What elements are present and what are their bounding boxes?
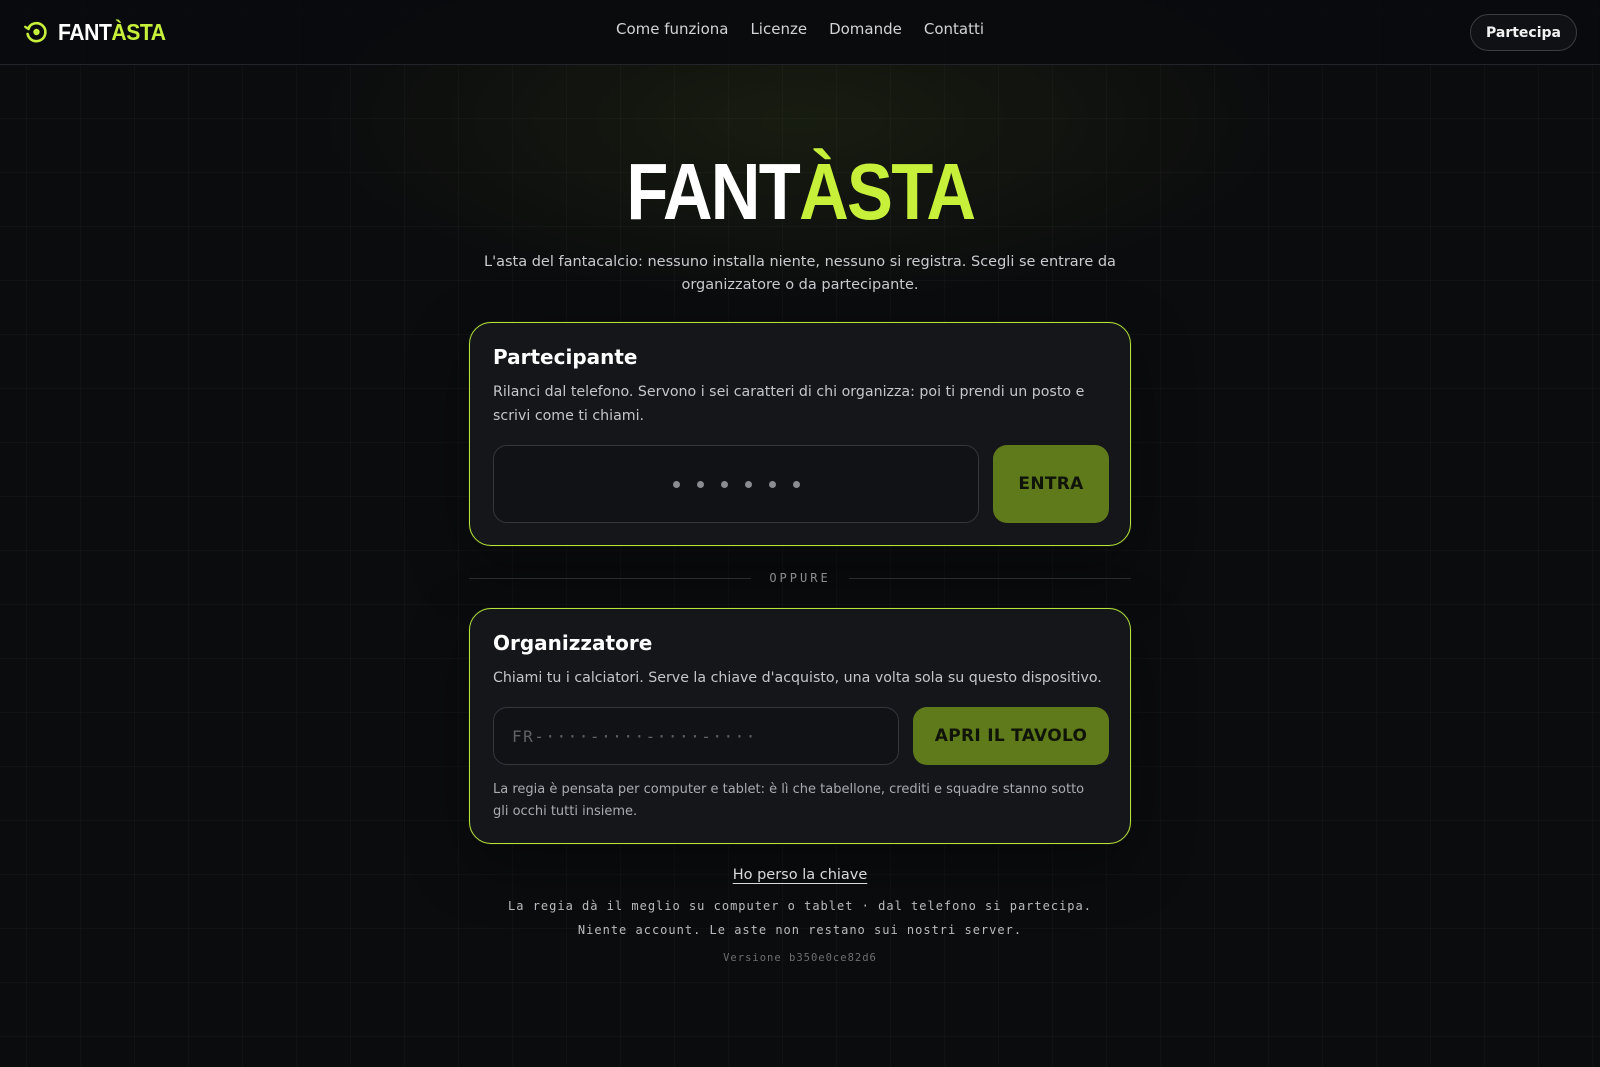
top-bar: FANTÀSTA Come funziona Licenze Domande C… bbox=[0, 0, 1600, 65]
organizer-title: Organizzatore bbox=[493, 631, 653, 655]
nav-domande[interactable]: Domande bbox=[829, 20, 902, 38]
organizer-note: La regia è pensata per computer e tablet… bbox=[493, 782, 1085, 819]
divider-line-right bbox=[848, 577, 1132, 579]
nav-licenze[interactable]: Licenze bbox=[750, 20, 807, 38]
license-key-input[interactable]: FR-····-····-····-···· bbox=[493, 707, 899, 765]
lost-key-container: Ho perso la chiave bbox=[0, 866, 1600, 884]
divider-label: OPPURE bbox=[769, 571, 831, 585]
divider-line-left bbox=[469, 577, 752, 579]
code-placeholder-dots bbox=[672, 480, 800, 488]
or-divider: OPPURE bbox=[469, 568, 1132, 588]
code-dot bbox=[744, 480, 752, 488]
participant-title: Partecipante bbox=[493, 345, 638, 369]
version-label: Versione b350e0ce82d6 bbox=[723, 952, 877, 964]
hero-title: FANTÀSTA bbox=[625, 147, 976, 236]
code-dot bbox=[720, 480, 728, 488]
lost-key-link[interactable]: Ho perso la chiave bbox=[733, 867, 868, 883]
open-table-button[interactable]: APRI IL TAVOLO bbox=[913, 707, 1109, 765]
code-dot bbox=[792, 480, 800, 488]
organizer-description: Chiami tu i calciatori. Serve la chiave … bbox=[493, 670, 1102, 686]
organizer-card: Organizzatore Chiami tu i calciatori. Se… bbox=[469, 608, 1131, 844]
participant-card: Partecipante Rilanci dal telefono. Servo… bbox=[469, 322, 1131, 546]
join-button[interactable]: Partecipa bbox=[1470, 14, 1577, 51]
main-nav: Come funziona Licenze Domande Contatti bbox=[0, 20, 1600, 38]
footer-line-1: La regia dà il meglio su computer o tabl… bbox=[508, 899, 1092, 913]
participant-description: Rilanci dal telefono. Servono i sei cara… bbox=[493, 384, 1085, 424]
code-dot bbox=[696, 480, 704, 488]
hero-subtitle: L'asta del fantacalcio: nessuno installa… bbox=[484, 254, 1116, 293]
code-dot bbox=[672, 480, 680, 488]
enter-button[interactable]: ENTRA bbox=[993, 445, 1109, 523]
room-code-input[interactable] bbox=[493, 445, 979, 523]
footer-line-2: Niente account. Le aste non restano sui … bbox=[577, 923, 1023, 937]
code-dot bbox=[768, 480, 776, 488]
nav-come-funziona[interactable]: Come funziona bbox=[616, 20, 728, 38]
nav-contatti[interactable]: Contatti bbox=[924, 20, 984, 38]
